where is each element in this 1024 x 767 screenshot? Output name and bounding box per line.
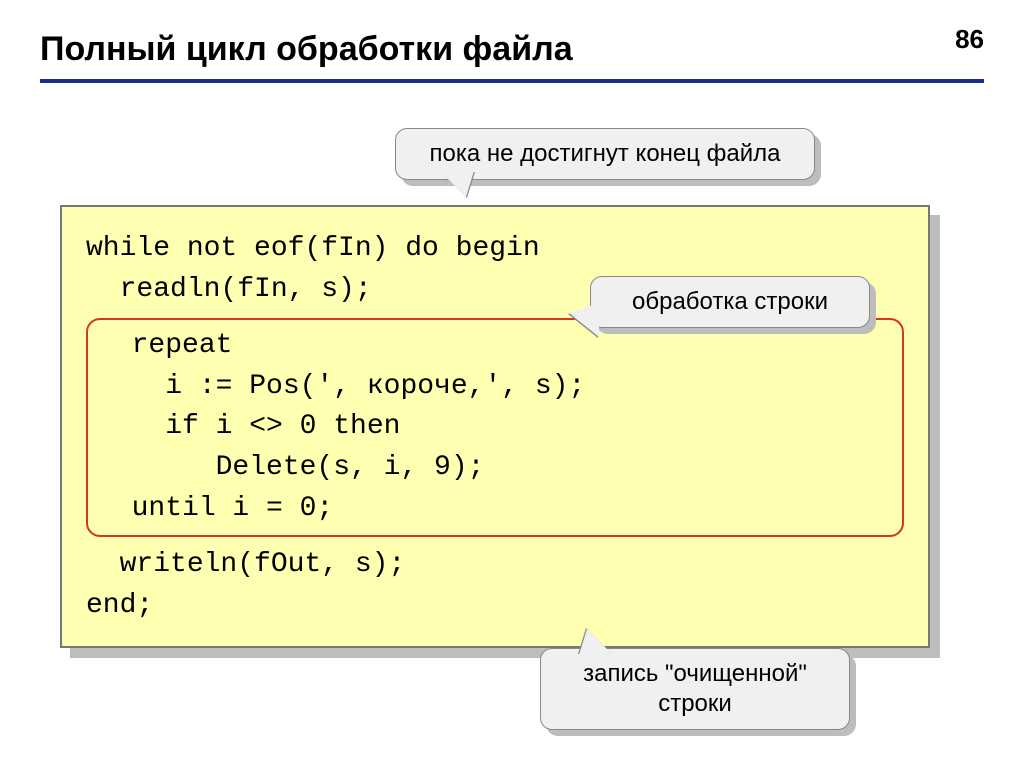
callout-text: запись "очищенной" строки — [583, 660, 807, 717]
code-line: writeln(fOut, s); — [86, 545, 904, 586]
callout-eof: пока не достигнут конец файла — [395, 128, 815, 180]
inner-code-wrap: repeat i := Pos(', короче,', s); if i <>… — [86, 318, 904, 537]
callout-tail — [569, 303, 599, 337]
page-number: 86 — [955, 24, 984, 55]
callout-body: обработка строки — [590, 276, 870, 328]
page-title: Полный цикл обработки файла — [40, 30, 573, 69]
code-line: end; — [86, 586, 904, 627]
callout-line-processing: обработка строки — [590, 276, 870, 328]
callout-text: пока не достигнут конец файла — [429, 140, 780, 167]
code-line: i := Pos(', короче,', s); — [98, 371, 585, 402]
code-line: until i = 0; — [98, 493, 333, 524]
title-underline — [40, 79, 984, 83]
callout-body: пока не достигнут конец файла — [395, 128, 815, 180]
code-line: if i <> 0 then — [98, 411, 400, 442]
code-line: while not eof(fIn) do begin — [86, 229, 904, 270]
callout-text: обработка строки — [632, 288, 828, 315]
code-line: Delete(s, i, 9); — [98, 452, 484, 483]
code-box: while not eof(fIn) do begin readln(fIn, … — [60, 205, 930, 648]
callout-body: запись "очищенной" строки — [540, 648, 850, 730]
inner-code-box: repeat i := Pos(', короче,', s); if i <>… — [86, 318, 904, 537]
callout-tail — [440, 171, 474, 197]
callout-write: запись "очищенной" строки — [540, 648, 850, 730]
code-block: while not eof(fIn) do begin readln(fIn, … — [60, 205, 930, 648]
callout-tail — [579, 629, 613, 655]
slide: Полный цикл обработки файла 86 пока не д… — [0, 0, 1024, 767]
code-line: repeat — [98, 330, 232, 361]
header-row: Полный цикл обработки файла 86 — [40, 30, 984, 69]
